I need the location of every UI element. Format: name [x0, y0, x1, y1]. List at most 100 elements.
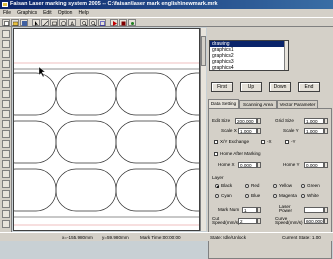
- stop-icon[interactable]: [119, 19, 127, 26]
- canvas-drawing: [14, 62, 199, 226]
- list-scrollbar[interactable]: [284, 41, 288, 70]
- menu-edit[interactable]: Edit: [40, 9, 55, 17]
- curve-speed-spinner[interactable]: [324, 218, 328, 224]
- scale-y-spinner[interactable]: [324, 128, 328, 134]
- layer-red-radio[interactable]: [245, 184, 249, 188]
- layer-yellow-radio[interactable]: [273, 184, 277, 188]
- menu-option[interactable]: Option: [55, 9, 76, 17]
- first-button[interactable]: First: [211, 82, 233, 92]
- drawing-canvas[interactable]: [13, 28, 200, 231]
- home-y-field[interactable]: 0.000: [304, 162, 324, 168]
- property-panel: drawing graphics1 graphics2 graphics3 gr…: [207, 27, 333, 259]
- end-button[interactable]: End: [298, 82, 320, 92]
- save-icon[interactable]: [20, 19, 28, 26]
- scale-y-field[interactable]: 1.000: [304, 128, 324, 134]
- fit-view-icon[interactable]: [98, 19, 106, 26]
- xy-exchange-checkbox[interactable]: [214, 140, 218, 144]
- measure-icon[interactable]: [2, 200, 10, 208]
- ellipse-draw-icon[interactable]: [2, 60, 10, 68]
- xy-exchange-label: X/Y Exchange: [220, 139, 250, 144]
- list-item[interactable]: graphics4: [210, 65, 288, 71]
- curve-draw-icon[interactable]: [2, 90, 10, 98]
- neg-x-checkbox[interactable]: [261, 140, 265, 144]
- ungroup-icon[interactable]: [2, 180, 10, 188]
- grid-toggle-icon[interactable]: [2, 210, 10, 218]
- edit-size-spinner[interactable]: [257, 118, 261, 124]
- select-arrow-icon[interactable]: [32, 19, 40, 26]
- text-draw-icon[interactable]: [2, 80, 10, 88]
- layer-blue-label: Blue: [251, 193, 261, 198]
- shape-r2c4: [175, 120, 199, 164]
- curve-speed-field[interactable]: 600.000: [304, 218, 324, 224]
- tab-vector-parameter[interactable]: Vector Parameter: [277, 100, 318, 108]
- rect-tool-icon[interactable]: [50, 19, 58, 26]
- laser-power-spinner[interactable]: [324, 207, 328, 213]
- down-button[interactable]: Down: [269, 82, 291, 92]
- new-file-icon[interactable]: [2, 19, 10, 26]
- preview-icon[interactable]: [128, 19, 136, 26]
- layer-magenta-radio[interactable]: [273, 194, 277, 198]
- layer-cyan-label: Cyan: [221, 193, 232, 198]
- open-folder-icon[interactable]: [11, 19, 19, 26]
- line-draw-icon[interactable]: [2, 40, 10, 48]
- zoom-out-icon[interactable]: [89, 19, 97, 26]
- menu-graphics[interactable]: Graphics: [14, 9, 40, 17]
- help-icon[interactable]: [2, 220, 10, 228]
- neg-x-label: -X: [267, 139, 272, 144]
- layer-blue-radio[interactable]: [245, 194, 249, 198]
- line-tool-icon[interactable]: [41, 19, 49, 26]
- layer-black-radio[interactable]: [215, 184, 219, 188]
- drawing-toolbox: [0, 27, 12, 232]
- scrollbar-thumb[interactable]: [201, 36, 206, 66]
- group-icon[interactable]: [2, 170, 10, 178]
- node-edit-icon[interactable]: [2, 120, 10, 128]
- scale-x-spinner[interactable]: [257, 128, 261, 134]
- laser-power-label: Laser Power: [279, 204, 293, 213]
- text-tool-icon[interactable]: A: [68, 19, 76, 26]
- mark-num-spinner[interactable]: [257, 207, 261, 213]
- scale-x-field[interactable]: 1.000: [238, 128, 257, 134]
- graphics-list[interactable]: drawing graphics1 graphics2 graphics3 gr…: [209, 40, 289, 71]
- canvas-vertical-scrollbar[interactable]: [200, 28, 206, 231]
- edit-size-field[interactable]: 200.000: [235, 118, 257, 124]
- cut-speed-spinner[interactable]: [257, 218, 261, 224]
- circle-tool-icon[interactable]: [59, 19, 67, 26]
- cut-speed-field[interactable]: 2: [238, 218, 257, 224]
- menu-file[interactable]: File: [0, 9, 14, 17]
- curve-speed-label: Curve Speed(mm/s): [275, 216, 303, 225]
- delete-icon[interactable]: [2, 190, 10, 198]
- grid-size-spinner[interactable]: [324, 118, 328, 124]
- align-icon[interactable]: [2, 160, 10, 168]
- image-import-icon[interactable]: [2, 110, 10, 118]
- tab-data-setting[interactable]: Data Setting: [208, 99, 239, 108]
- shape-r3c4: [175, 168, 199, 212]
- home-after-marking-checkbox[interactable]: [214, 152, 218, 156]
- shape-r2c3: [115, 120, 177, 164]
- home-x-spinner[interactable]: [257, 162, 261, 168]
- layer-green-radio[interactable]: [301, 184, 305, 188]
- layer-label: Layer: [212, 175, 224, 180]
- grid-size-field[interactable]: 1.000: [304, 118, 324, 124]
- layer-cyan-radio[interactable]: [215, 194, 219, 198]
- rotate-icon[interactable]: [2, 150, 10, 158]
- pointer-tool-icon[interactable]: [2, 30, 10, 38]
- array-copy-icon[interactable]: [2, 130, 10, 138]
- mark-num-field[interactable]: 1: [242, 207, 257, 213]
- home-x-field[interactable]: 0.000: [238, 162, 257, 168]
- tab-scanning-area[interactable]: Scanning Area: [239, 100, 277, 108]
- barcode-draw-icon[interactable]: [2, 100, 10, 108]
- rectangle-draw-icon[interactable]: [2, 50, 10, 58]
- mirror-icon[interactable]: [2, 140, 10, 148]
- zoom-in-icon[interactable]: [80, 19, 88, 26]
- polygon-draw-icon[interactable]: [2, 70, 10, 78]
- laser-power-field[interactable]: [304, 207, 324, 213]
- status-bar: x=-155.980mm y=59.980mm Mark Time:00:00:…: [0, 232, 333, 241]
- home-y-spinner[interactable]: [324, 162, 328, 168]
- up-button[interactable]: Up: [240, 82, 262, 92]
- menu-help[interactable]: Help: [75, 9, 91, 17]
- layer-white-radio[interactable]: [301, 194, 305, 198]
- mark-run-icon[interactable]: [110, 19, 118, 26]
- rounded-shape-grid: [14, 72, 199, 212]
- window-title: Faisan Laser marking system 2005 -- C:\f…: [10, 1, 218, 7]
- neg-y-checkbox[interactable]: [285, 140, 289, 144]
